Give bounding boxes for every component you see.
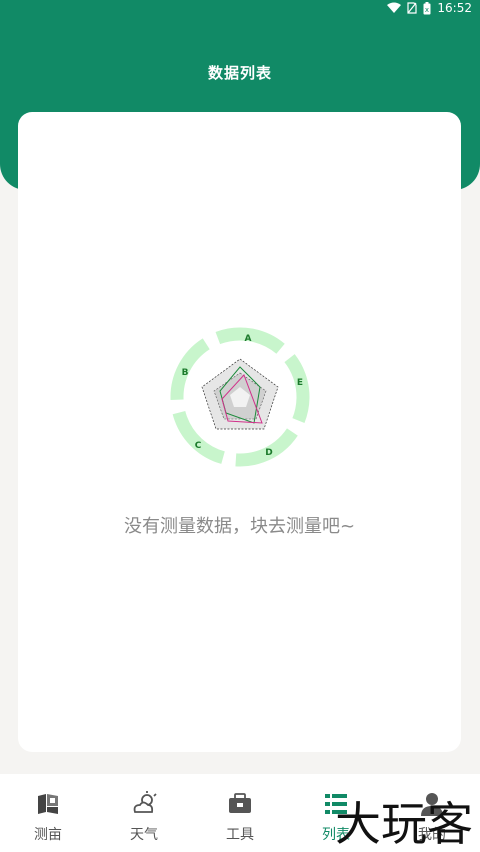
nav-item-profile[interactable]: 我的: [384, 774, 480, 852]
nav-label-weather: 天气: [130, 827, 158, 843]
radar-label-d: D: [265, 448, 272, 458]
list-icon: [325, 794, 347, 814]
nav-item-weather[interactable]: 天气: [96, 774, 192, 852]
nav-item-list[interactable]: 列表: [288, 774, 384, 852]
status-bar: x 16:52: [0, 0, 480, 16]
empty-state-message: 没有测量数据，块去测量吧~: [123, 516, 356, 537]
nav-label-tools: 工具: [226, 827, 254, 843]
battery-icon: x: [423, 1, 431, 14]
radar-label-a: A: [245, 334, 252, 344]
wifi-icon: [387, 2, 402, 13]
content-card: A E D C B 没有测量数据，块去测量吧~: [18, 112, 461, 752]
nav-item-measure[interactable]: 测亩: [0, 774, 96, 852]
map-icon: [38, 794, 58, 814]
radar-label-e: E: [297, 378, 303, 388]
weather-icon: [133, 791, 157, 813]
radar-label-b: B: [182, 368, 189, 378]
nav-label-list: 列表: [322, 827, 350, 843]
empty-radar-illustration: A E D C B: [168, 325, 313, 470]
radar-label-c: C: [195, 441, 202, 451]
nav-item-tools[interactable]: 工具: [192, 774, 288, 852]
page-title: 数据列表: [207, 64, 272, 82]
toolbox-icon: [229, 793, 251, 813]
no-sim-icon: [407, 2, 418, 14]
nav-label-profile: 我的: [418, 827, 446, 843]
user-icon: [421, 793, 443, 816]
bottom-navigation: 测亩 天气 工具 列表 我的: [0, 774, 480, 852]
nav-label-measure: 测亩: [34, 827, 62, 843]
status-time: 16:52: [437, 1, 472, 15]
svg-text:x: x: [425, 6, 429, 14]
